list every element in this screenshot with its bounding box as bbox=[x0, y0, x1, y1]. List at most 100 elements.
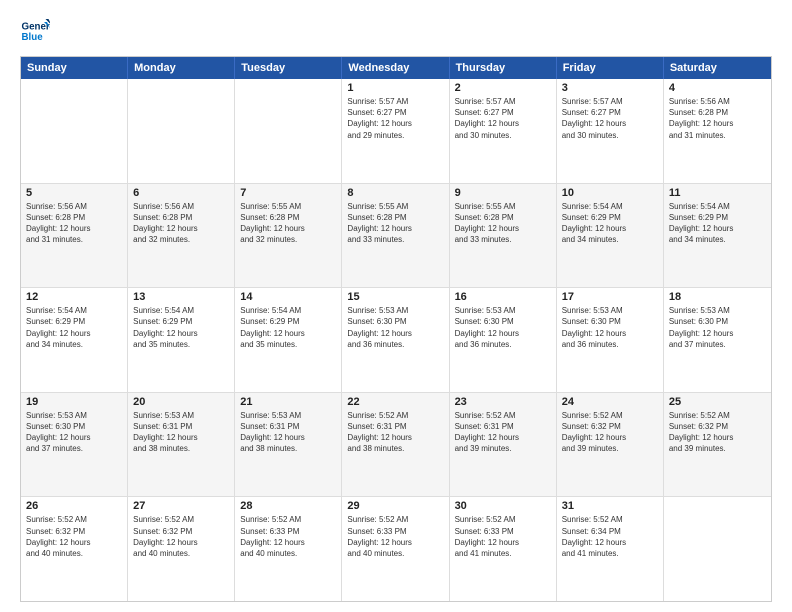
day-number: 16 bbox=[455, 291, 551, 303]
day-info: Sunrise: 5:56 AMSunset: 6:28 PMDaylight:… bbox=[669, 96, 766, 141]
header-day-tuesday: Tuesday bbox=[235, 57, 342, 79]
header-day-thursday: Thursday bbox=[450, 57, 557, 79]
header: General Blue bbox=[20, 16, 772, 46]
day-cell-24: 24 Sunrise: 5:52 AMSunset: 6:32 PMDayligh… bbox=[557, 393, 664, 497]
header-day-friday: Friday bbox=[557, 57, 664, 79]
day-info: Sunrise: 5:53 AMSunset: 6:31 PMDaylight:… bbox=[133, 410, 229, 455]
week-row-2: 5Sunrise: 5:56 AMSunset: 6:28 PMDaylight… bbox=[21, 184, 771, 289]
day-info: Sunrise: 5:54 AMSunset: 6:29 PMDaylight:… bbox=[26, 305, 122, 350]
day-number: 20 bbox=[133, 396, 229, 408]
day-info: Sunrise: 5:55 AMSunset: 6:28 PMDaylight:… bbox=[240, 201, 336, 246]
day-number: 1 bbox=[347, 82, 443, 94]
day-info: Sunrise: 5:53 AMSunset: 6:31 PMDaylight:… bbox=[240, 410, 336, 455]
day-number: 12 bbox=[26, 291, 122, 303]
day-cell-17: 17 Sunrise: 5:53 AMSunset: 6:30 PMDayligh… bbox=[557, 288, 664, 392]
day-cell-19: 19 Sunrise: 5:53 AMSunset: 6:30 PMDayligh… bbox=[21, 393, 128, 497]
day-number: 3 bbox=[562, 82, 658, 94]
day-number: 11 bbox=[669, 187, 766, 199]
day-info: Sunrise: 5:57 AMSunset: 6:27 PMDaylight:… bbox=[455, 96, 551, 141]
day-info: Sunrise: 5:55 AMSunset: 6:28 PMDaylight:… bbox=[455, 201, 551, 246]
day-number: 17 bbox=[562, 291, 658, 303]
logo: General Blue bbox=[20, 16, 50, 46]
day-number: 22 bbox=[347, 396, 443, 408]
week-row-3: 12 Sunrise: 5:54 AMSunset: 6:29 PMDayligh… bbox=[21, 288, 771, 393]
day-number: 18 bbox=[669, 291, 766, 303]
day-info: Sunrise: 5:56 AMSunset: 6:28 PMDaylight:… bbox=[26, 201, 122, 246]
day-info: Sunrise: 5:53 AMSunset: 6:30 PMDaylight:… bbox=[669, 305, 766, 350]
day-cell-10: 10 Sunrise: 5:54 AMSunset: 6:29 PMDayligh… bbox=[557, 184, 664, 288]
day-cell-4: 4 Sunrise: 5:56 AMSunset: 6:28 PMDaylight… bbox=[664, 79, 771, 183]
day-number: 6 bbox=[133, 187, 229, 199]
day-number: 24 bbox=[562, 396, 658, 408]
day-info: Sunrise: 5:52 AMSunset: 6:33 PMDaylight:… bbox=[347, 514, 443, 559]
day-cell-26: 26Sunrise: 5:52 AMSunset: 6:32 PMDayligh… bbox=[21, 497, 128, 601]
day-cell-31: 31Sunrise: 5:52 AMSunset: 6:34 PMDayligh… bbox=[557, 497, 664, 601]
day-cell-1: 1 Sunrise: 5:57 AMSunset: 6:27 PMDaylight… bbox=[342, 79, 449, 183]
day-info: Sunrise: 5:55 AMSunset: 6:28 PMDaylight:… bbox=[347, 201, 443, 246]
day-cell-27: 27 Sunrise: 5:52 AMSunset: 6:32 PMDayligh… bbox=[128, 497, 235, 601]
day-info: Sunrise: 5:53 AMSunset: 6:30 PMDaylight:… bbox=[347, 305, 443, 350]
day-info: Sunrise: 5:52 AMSunset: 6:32 PMDaylight:… bbox=[562, 410, 658, 455]
day-cell-21: 21 Sunrise: 5:53 AMSunset: 6:31 PMDayligh… bbox=[235, 393, 342, 497]
header-day-wednesday: Wednesday bbox=[342, 57, 449, 79]
svg-text:Blue: Blue bbox=[22, 32, 44, 43]
week-row-5: 26Sunrise: 5:52 AMSunset: 6:32 PMDayligh… bbox=[21, 497, 771, 601]
day-info: Sunrise: 5:52 AMSunset: 6:31 PMDaylight:… bbox=[347, 410, 443, 455]
day-info: Sunrise: 5:54 AMSunset: 6:29 PMDaylight:… bbox=[240, 305, 336, 350]
day-cell-18: 18 Sunrise: 5:53 AMSunset: 6:30 PMDayligh… bbox=[664, 288, 771, 392]
empty-cell bbox=[664, 497, 771, 601]
day-cell-15: 15Sunrise: 5:53 AMSunset: 6:30 PMDayligh… bbox=[342, 288, 449, 392]
day-number: 21 bbox=[240, 396, 336, 408]
day-cell-23: 23 Sunrise: 5:52 AMSunset: 6:31 PMDayligh… bbox=[450, 393, 557, 497]
day-info: Sunrise: 5:52 AMSunset: 6:32 PMDaylight:… bbox=[26, 514, 122, 559]
day-number: 29 bbox=[347, 500, 443, 512]
day-cell-25: 25Sunrise: 5:52 AMSunset: 6:32 PMDayligh… bbox=[664, 393, 771, 497]
calendar-body: 1 Sunrise: 5:57 AMSunset: 6:27 PMDaylight… bbox=[21, 79, 771, 601]
day-cell-11: 11 Sunrise: 5:54 AMSunset: 6:29 PMDayligh… bbox=[664, 184, 771, 288]
week-row-1: 1 Sunrise: 5:57 AMSunset: 6:27 PMDaylight… bbox=[21, 79, 771, 184]
day-info: Sunrise: 5:53 AMSunset: 6:30 PMDaylight:… bbox=[562, 305, 658, 350]
day-cell-30: 30 Sunrise: 5:52 AMSunset: 6:33 PMDayligh… bbox=[450, 497, 557, 601]
day-info: Sunrise: 5:54 AMSunset: 6:29 PMDaylight:… bbox=[562, 201, 658, 246]
day-number: 2 bbox=[455, 82, 551, 94]
day-number: 19 bbox=[26, 396, 122, 408]
day-info: Sunrise: 5:52 AMSunset: 6:31 PMDaylight:… bbox=[455, 410, 551, 455]
header-day-saturday: Saturday bbox=[664, 57, 771, 79]
day-number: 10 bbox=[562, 187, 658, 199]
day-cell-16: 16 Sunrise: 5:53 AMSunset: 6:30 PMDayligh… bbox=[450, 288, 557, 392]
day-info: Sunrise: 5:54 AMSunset: 6:29 PMDaylight:… bbox=[133, 305, 229, 350]
day-cell-29: 29 Sunrise: 5:52 AMSunset: 6:33 PMDayligh… bbox=[342, 497, 449, 601]
day-cell-2: 2 Sunrise: 5:57 AMSunset: 6:27 PMDaylight… bbox=[450, 79, 557, 183]
day-cell-14: 14 Sunrise: 5:54 AMSunset: 6:29 PMDayligh… bbox=[235, 288, 342, 392]
empty-cell bbox=[235, 79, 342, 183]
day-number: 7 bbox=[240, 187, 336, 199]
day-info: Sunrise: 5:53 AMSunset: 6:30 PMDaylight:… bbox=[455, 305, 551, 350]
day-number: 14 bbox=[240, 291, 336, 303]
day-info: Sunrise: 5:57 AMSunset: 6:27 PMDaylight:… bbox=[347, 96, 443, 141]
day-info: Sunrise: 5:52 AMSunset: 6:33 PMDaylight:… bbox=[455, 514, 551, 559]
header-day-sunday: Sunday bbox=[21, 57, 128, 79]
day-number: 4 bbox=[669, 82, 766, 94]
day-info: Sunrise: 5:54 AMSunset: 6:29 PMDaylight:… bbox=[669, 201, 766, 246]
day-info: Sunrise: 5:52 AMSunset: 6:33 PMDaylight:… bbox=[240, 514, 336, 559]
day-cell-28: 28Sunrise: 5:52 AMSunset: 6:33 PMDayligh… bbox=[235, 497, 342, 601]
day-number: 27 bbox=[133, 500, 229, 512]
day-cell-3: 3Sunrise: 5:57 AMSunset: 6:27 PMDaylight… bbox=[557, 79, 664, 183]
day-info: Sunrise: 5:56 AMSunset: 6:28 PMDaylight:… bbox=[133, 201, 229, 246]
day-cell-6: 6 Sunrise: 5:56 AMSunset: 6:28 PMDaylight… bbox=[128, 184, 235, 288]
day-cell-5: 5Sunrise: 5:56 AMSunset: 6:28 PMDaylight… bbox=[21, 184, 128, 288]
day-number: 30 bbox=[455, 500, 551, 512]
day-cell-22: 22 Sunrise: 5:52 AMSunset: 6:31 PMDayligh… bbox=[342, 393, 449, 497]
day-info: Sunrise: 5:52 AMSunset: 6:32 PMDaylight:… bbox=[133, 514, 229, 559]
day-cell-7: 7 Sunrise: 5:55 AMSunset: 6:28 PMDaylight… bbox=[235, 184, 342, 288]
day-cell-9: 9Sunrise: 5:55 AMSunset: 6:28 PMDaylight… bbox=[450, 184, 557, 288]
calendar: SundayMondayTuesdayWednesdayThursdayFrid… bbox=[20, 56, 772, 602]
page: General Blue SundayMondayTuesdayWednesda… bbox=[0, 0, 792, 612]
day-number: 13 bbox=[133, 291, 229, 303]
day-info: Sunrise: 5:52 AMSunset: 6:34 PMDaylight:… bbox=[562, 514, 658, 559]
day-number: 23 bbox=[455, 396, 551, 408]
day-cell-20: 20 Sunrise: 5:53 AMSunset: 6:31 PMDayligh… bbox=[128, 393, 235, 497]
day-info: Sunrise: 5:53 AMSunset: 6:30 PMDaylight:… bbox=[26, 410, 122, 455]
day-cell-12: 12 Sunrise: 5:54 AMSunset: 6:29 PMDayligh… bbox=[21, 288, 128, 392]
day-info: Sunrise: 5:52 AMSunset: 6:32 PMDaylight:… bbox=[669, 410, 766, 455]
